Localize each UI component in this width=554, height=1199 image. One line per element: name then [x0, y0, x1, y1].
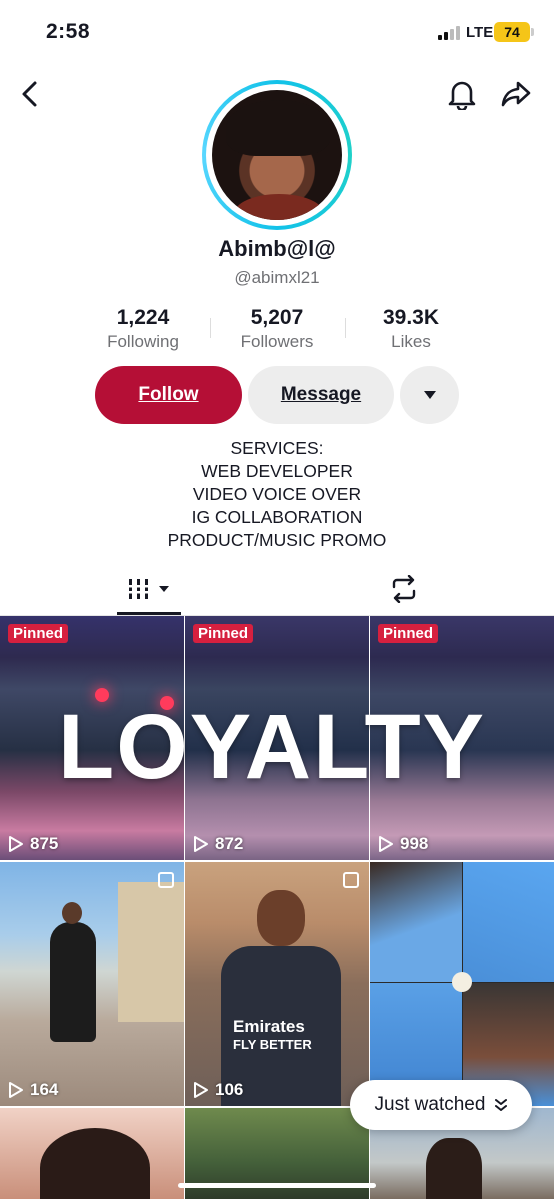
- network-label: LTE: [466, 24, 494, 41]
- person-figure: [50, 922, 96, 1042]
- view-count-value: 106: [215, 1080, 244, 1099]
- following-count: 1,224: [116, 306, 170, 329]
- view-count: 164: [8, 1080, 58, 1100]
- stats-divider: [345, 318, 346, 338]
- caret-down-icon: [159, 586, 169, 592]
- pinned-badge: Pinned: [193, 624, 254, 643]
- followers-label: Followers: [240, 332, 314, 351]
- view-count: 106: [193, 1080, 243, 1100]
- profile-bio: SERVICES: WEB DEVELOPER VIDEO VOICE OVER…: [0, 437, 554, 552]
- jersey-text: Emirates FLY BETTER: [233, 1017, 312, 1053]
- status-bar: 2:58 LTE 74: [0, 0, 554, 66]
- bio-line: SERVICES:: [230, 438, 324, 458]
- play-icon: [194, 1082, 208, 1098]
- back-button[interactable]: [14, 78, 46, 110]
- likes-stat[interactable]: 39.3K Likes: [366, 306, 456, 352]
- following-stat[interactable]: 1,224 Following: [96, 306, 190, 352]
- view-count: 872: [193, 834, 243, 854]
- view-count: 875: [8, 834, 58, 854]
- video-thumbnail[interactable]: [0, 1108, 184, 1199]
- share-icon: [501, 81, 531, 107]
- loyalty-overlay-text: LOYALTY: [58, 696, 487, 798]
- followers-stat[interactable]: 5,207 Followers: [228, 306, 326, 352]
- just-watched-label: Just watched: [374, 1094, 486, 1115]
- view-count-value: 872: [215, 834, 244, 853]
- signal-icon: [438, 26, 460, 40]
- following-label: Following: [107, 332, 179, 351]
- followers-count: 5,207: [250, 306, 304, 329]
- bio-line: VIDEO VOICE OVER: [192, 484, 362, 504]
- bio-line: PRODUCT/MUSIC PROMO: [167, 530, 387, 550]
- home-indicator: [178, 1183, 376, 1188]
- view-count-value: 998: [400, 834, 429, 853]
- view-count-value: 164: [30, 1080, 59, 1099]
- profile-name: Abimb@l@: [218, 236, 336, 261]
- video-thumbnail[interactable]: 164: [0, 862, 184, 1106]
- content-tabs: [0, 568, 554, 616]
- pinned-badge: Pinned: [378, 624, 439, 643]
- just-watched-button[interactable]: Just watched: [350, 1080, 532, 1130]
- play-icon: [9, 1082, 23, 1098]
- avatar[interactable]: [202, 80, 352, 230]
- flower-sticker: [452, 972, 472, 992]
- battery-indicator: 74: [494, 22, 534, 42]
- view-count-value: 875: [30, 834, 59, 853]
- bell-icon: [448, 81, 476, 110]
- likes-label: Likes: [391, 332, 431, 351]
- double-chevron-down-icon: [495, 1099, 508, 1111]
- status-time: 2:58: [46, 20, 91, 43]
- play-icon: [9, 836, 23, 852]
- likes-count: 39.3K: [382, 306, 440, 329]
- tab-reposts[interactable]: [389, 574, 419, 608]
- share-button[interactable]: [500, 78, 532, 110]
- tab-videos[interactable]: [126, 576, 170, 602]
- profile-stats: 1,224 Following 5,207 Followers 39.3K Li…: [0, 306, 554, 356]
- view-count: 998: [378, 834, 428, 854]
- play-icon: [194, 836, 208, 852]
- bio-line: WEB DEVELOPER: [201, 461, 353, 481]
- notifications-button[interactable]: [446, 78, 478, 110]
- pinned-badge: Pinned: [8, 624, 69, 643]
- repost-icon: [392, 574, 416, 604]
- video-thumbnail[interactable]: Emirates FLY BETTER 106: [185, 862, 369, 1106]
- bio-line: IG COLLABORATION: [191, 507, 363, 527]
- photo-carousel-icon: [343, 872, 359, 888]
- photo-carousel-icon: [158, 872, 174, 888]
- video-thumbnail[interactable]: [370, 862, 554, 1106]
- suggested-accounts-button[interactable]: [400, 366, 459, 424]
- message-button[interactable]: Message: [248, 366, 394, 424]
- caret-down-icon: [423, 391, 436, 399]
- play-icon: [379, 836, 393, 852]
- chevron-left-icon: [22, 81, 37, 107]
- videos-grid-icon: [127, 579, 151, 599]
- avatar-image: [212, 90, 342, 220]
- stats-divider: [210, 318, 211, 338]
- follow-button[interactable]: Follow: [95, 366, 242, 424]
- profile-handle: @abimxl21: [234, 268, 320, 287]
